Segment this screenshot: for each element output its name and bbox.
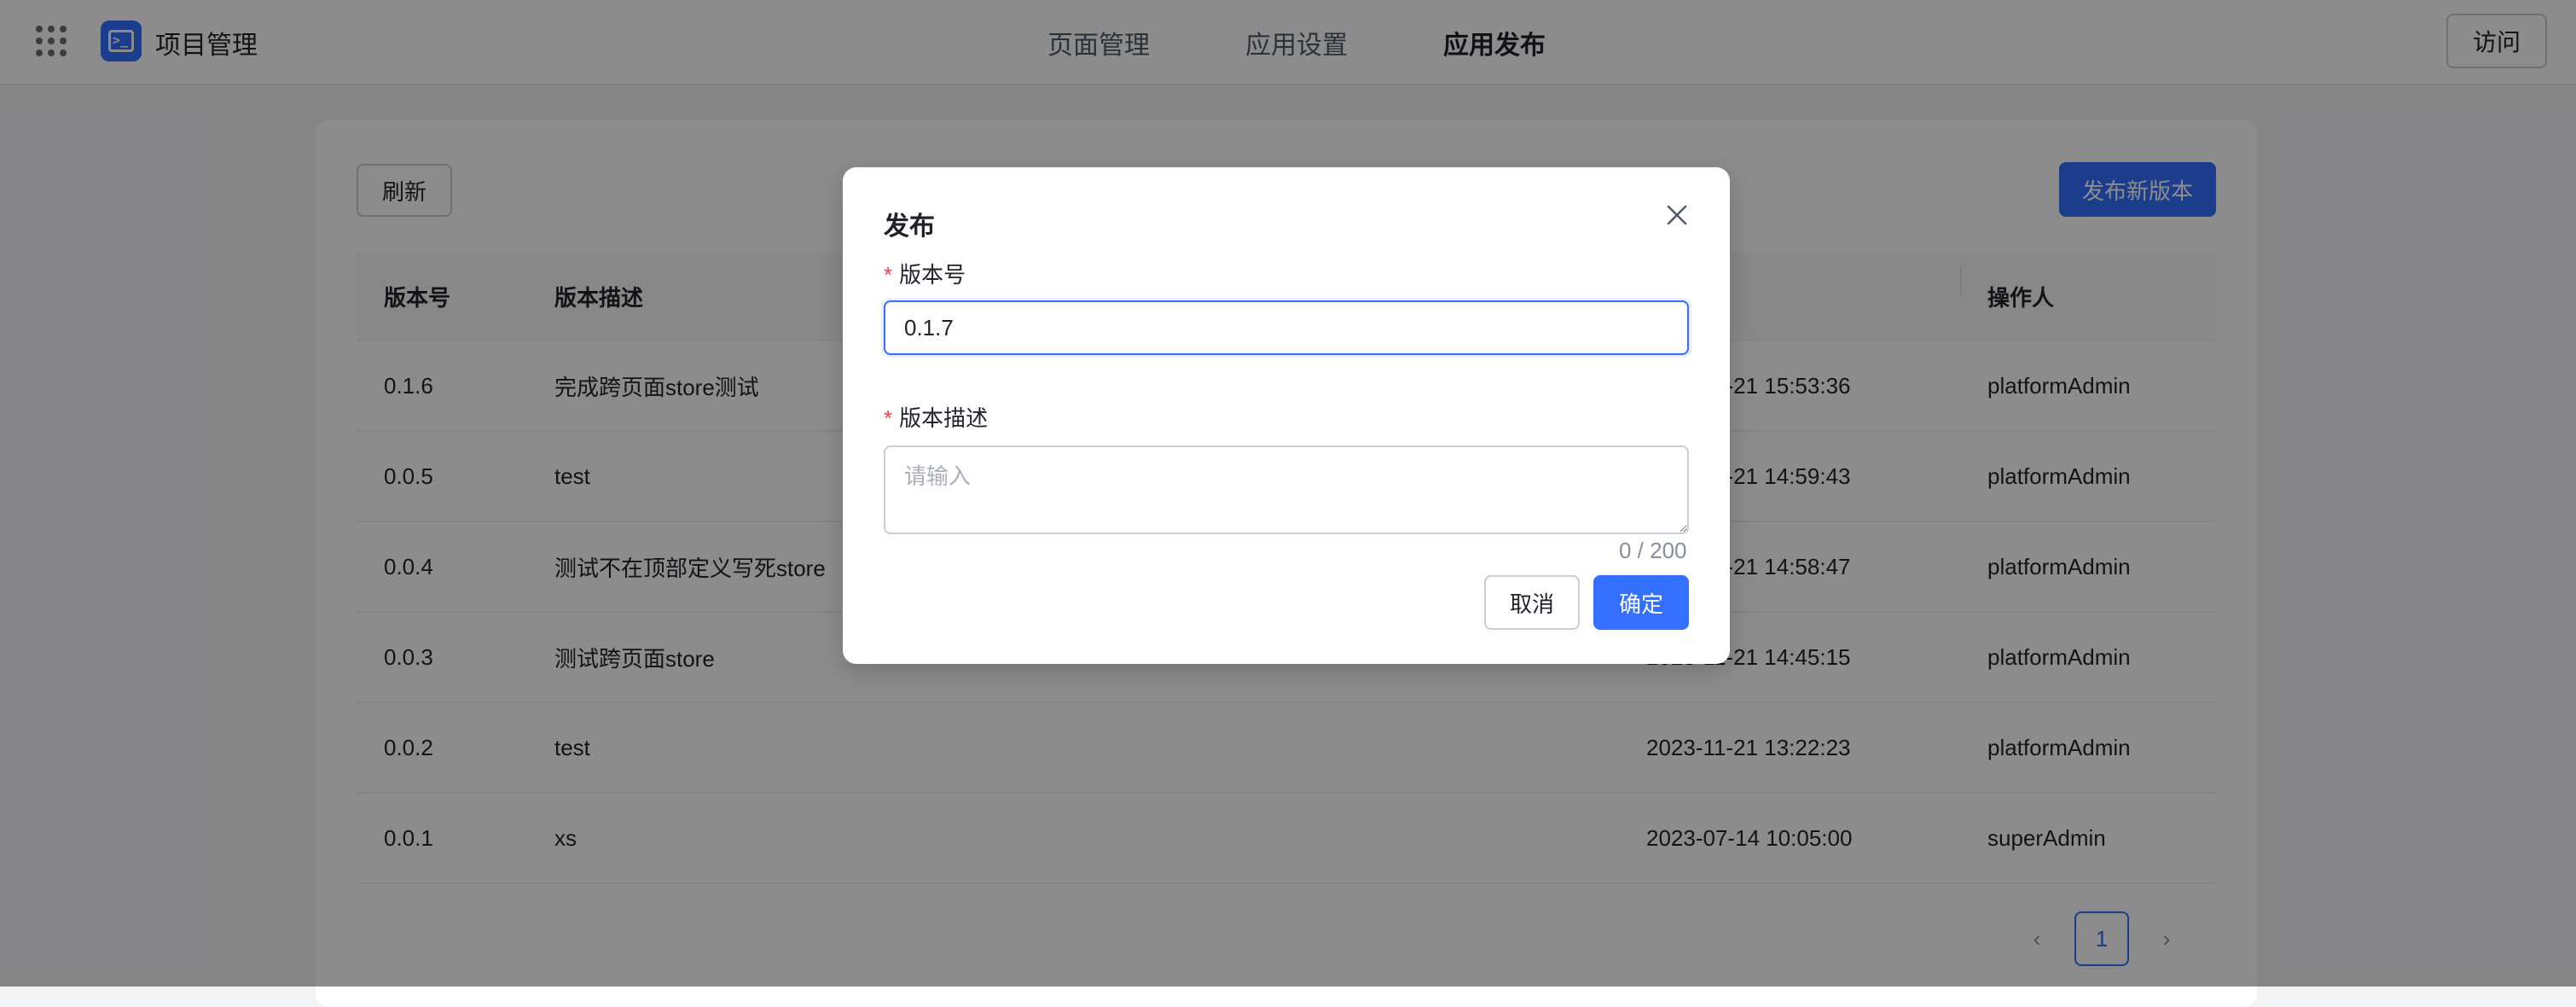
required-mark: * — [884, 405, 893, 431]
publish-dialog: 发布 *版本号 *版本描述 0 / 200 取消 确定 — [843, 167, 1730, 664]
desc-label-text: 版本描述 — [899, 405, 989, 431]
dialog-title: 发布 — [884, 212, 935, 241]
confirm-button[interactable]: 确定 — [1593, 575, 1689, 630]
version-label-text: 版本号 — [899, 262, 966, 288]
cancel-button[interactable]: 取消 — [1484, 575, 1580, 630]
version-field-label: * 版本号 — [884, 258, 966, 289]
required-mark: * — [884, 262, 893, 288]
char-counter: 0 / 200 — [1619, 538, 1687, 563]
desc-textarea[interactable] — [884, 445, 1689, 534]
desc-field-label: * 版本描述 — [884, 401, 988, 433]
close-icon[interactable] — [1660, 198, 1694, 232]
version-input[interactable] — [884, 300, 1689, 355]
